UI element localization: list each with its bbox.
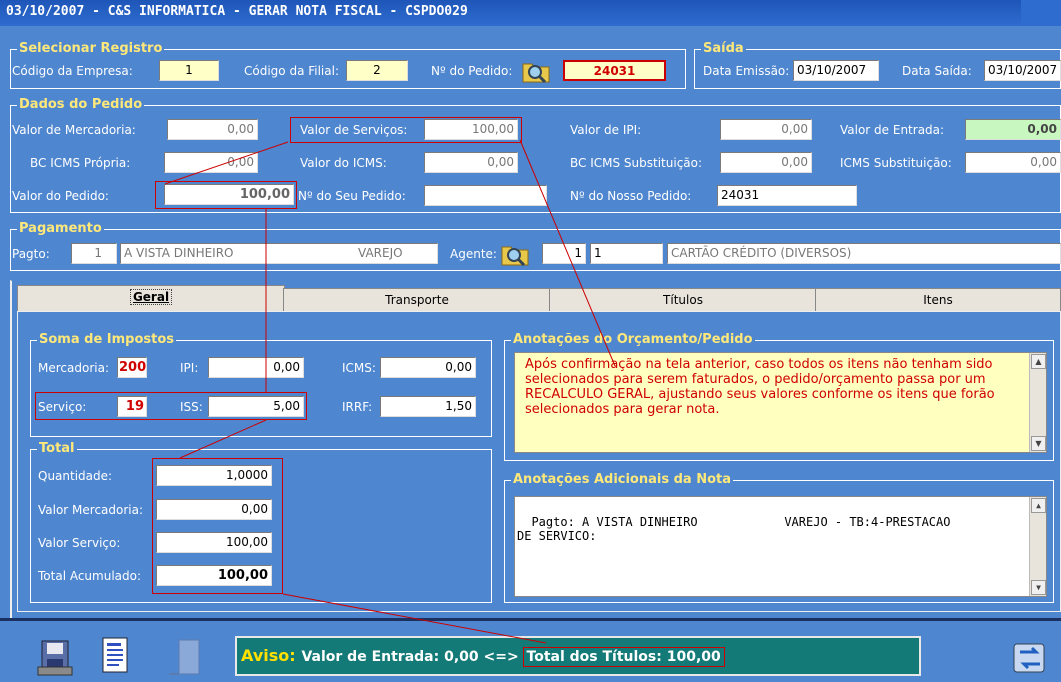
icms-label: ICMS: [342,361,376,375]
document-icon[interactable] [99,636,131,676]
valor-icms-field[interactable]: 0,00 [424,152,518,173]
codigo-filial-label: Código da Filial: [244,64,339,78]
pagto-code-field[interactable]: 1 [71,243,117,264]
icms-substituicao-label: ICMS Substituição: [840,156,952,170]
highlight-valor-pedido [155,181,297,209]
tab-itens[interactable]: Itens [815,288,1061,312]
tab-titulos[interactable]: Títulos [549,288,817,312]
tab-geral-label: Geral [129,289,173,305]
bc-icms-substituicao-field[interactable]: 0,00 [720,152,812,173]
codigo-empresa-label: Código da Empresa: [12,64,133,78]
irrf-label: IRRF: [342,400,373,414]
total-legend: Total [37,441,77,456]
dados-pedido-legend: Dados do Pedido [17,97,145,112]
agente-label: Agente: [450,247,497,261]
nosso-pedido-field[interactable]: 24031 [717,185,857,206]
irrf-field[interactable]: 1,50 [380,396,476,417]
valor-mercadoria-label: Valor de Mercadoria: [12,123,136,137]
adicionais-text: Pagto: A VISTA DINHEIRO VAREJO - TB:4-PR… [517,515,951,543]
soma-impostos-group: Soma de Impostos [30,332,492,437]
pagto-label: Pagto: [12,247,50,261]
adicionais-scrollbar[interactable]: ▲ ▼ [1029,497,1046,596]
scroll-down-icon[interactable]: ▼ [1031,580,1046,595]
highlight-total [152,458,283,594]
bc-icms-propria-label: BC ICMS Própria: [30,156,131,170]
window-title: 03/10/2007 - C&S INFORMATICA - GERAR NOT… [0,0,1061,26]
pagto-tipo-value: VAREJO [358,246,403,260]
data-saida-field[interactable]: 03/10/2007 [984,60,1061,81]
pagamento-legend: Pagamento [17,221,104,236]
anotacoes-scrollbar[interactable]: ▲ ▼ [1029,353,1046,452]
nosso-pedido-label: Nº do Nosso Pedido: [570,189,692,203]
anotacoes-textarea[interactable]: Após confirmação na tela anterior, caso … [514,352,1047,453]
mercadoria-label: Mercadoria: [38,361,109,375]
quantidade-label: Quantidade: [38,469,113,483]
search-folder-icon[interactable] [521,58,551,84]
adicionais-textarea[interactable]: Pagto: A VISTA DINHEIRO VAREJO - TB:4-PR… [514,496,1047,597]
highlight-valor-servicos [290,117,522,143]
aviso-total-titulos: Total dos Títulos: 100,00 [522,647,725,667]
valor-pedido-label: Valor do Pedido: [12,189,109,203]
anotacoes-legend: Anotações do Orçamento/Pedido [511,332,755,347]
codigo-filial-field[interactable]: 2 [346,60,408,81]
valor-entrada-label: Valor de Entrada: [840,123,945,137]
data-emissao-label: Data Emissão: [703,64,790,78]
agente-code2-field[interactable]: 1 [590,243,663,264]
agente-code-field[interactable]: 1 [542,243,586,264]
aviso-label: Aviso: [241,646,296,665]
tab-titulos-label: Títulos [663,293,703,307]
total-acumulado-label: Total Acumulado: [38,569,142,583]
aviso-valor-entrada: Valor de Entrada: 0,00 <=> [301,649,519,665]
valor-ipi-field[interactable]: 0,00 [720,119,812,140]
scroll-down-icon[interactable]: ▼ [1031,436,1046,451]
aviso-panel: Aviso: Valor de Entrada: 0,00 <=> Total … [235,636,921,676]
seu-pedido-label: Nº do Seu Pedido: [298,189,406,203]
scroll-up-icon[interactable]: ▲ [1031,498,1046,513]
tab-transporte-label: Transporte [385,293,449,307]
valor-servico-label: Valor Serviço: [38,536,121,550]
data-saida-label: Data Saída: [902,64,972,78]
ipi-label: IPI: [180,361,199,375]
adicionais-legend: Anotações Adicionais da Nota [511,472,734,487]
ipi-field[interactable]: 0,00 [208,357,304,378]
tab-transporte[interactable]: Transporte [283,288,551,312]
anotacoes-text: Após confirmação na tela anterior, caso … [525,357,995,417]
tab-itens-label: Itens [923,293,953,307]
mercadoria-field[interactable]: 200 [117,357,147,378]
data-emissao-field[interactable]: 03/10/2007 [793,60,879,81]
scroll-up-icon[interactable]: ▲ [1031,354,1046,369]
valor-icms-label: Valor do ICMS: [300,156,387,170]
selecionar-registro-legend: Selecionar Registro [17,41,165,56]
tab-geral[interactable]: Geral [17,285,285,312]
bc-icms-substituicao-label: BC ICMS Substituição: [570,156,703,170]
numero-pedido-label: Nº do Pedido: [431,64,513,78]
icms-field[interactable]: 0,00 [380,357,476,378]
valor-ipi-label: Valor de IPI: [570,123,642,137]
refresh-arrows-icon[interactable] [1010,638,1050,678]
highlight-servico-iss [35,392,307,420]
search-folder-icon[interactable] [500,241,530,267]
exit-door-icon[interactable] [165,636,205,678]
numero-pedido-field[interactable]: 24031 [563,60,666,81]
codigo-empresa-field[interactable]: 1 [159,60,219,81]
bc-icms-propria-field[interactable]: 0,00 [164,152,258,173]
save-disk-icon[interactable] [36,637,74,677]
total-valor-mercadoria-label: Valor Mercadoria: [38,503,144,517]
saida-legend: Saída [701,41,746,56]
soma-impostos-legend: Soma de Impostos [37,332,177,347]
valor-mercadoria-field[interactable]: 0,00 [167,119,258,140]
seu-pedido-field[interactable] [424,185,547,206]
agente-description-field[interactable]: CARTÃO CRÉDITO (DIVERSOS) [667,243,1061,264]
valor-entrada-field[interactable]: 0,00 [965,119,1061,140]
icms-substituicao-field[interactable]: 0,00 [965,152,1061,173]
